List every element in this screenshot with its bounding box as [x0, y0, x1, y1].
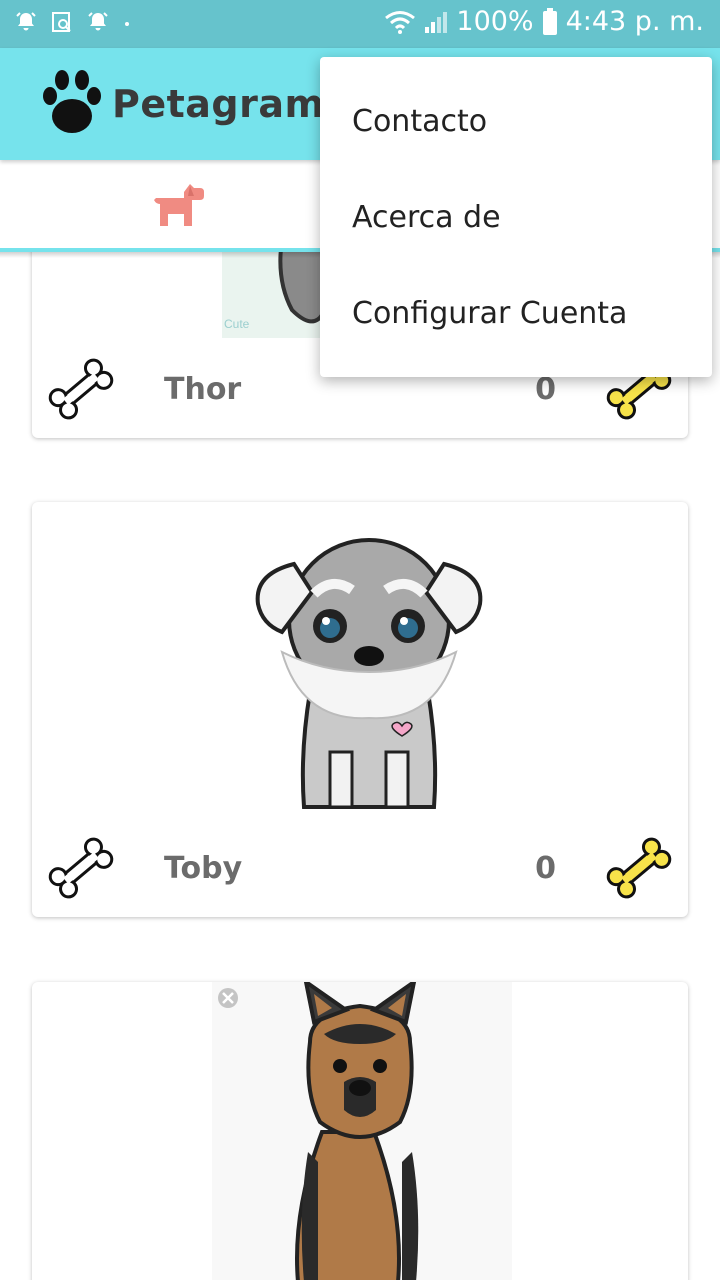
schnauzer-image	[255, 538, 483, 809]
battery-icon	[542, 7, 557, 35]
pet-photo	[32, 982, 688, 1280]
close-icon	[218, 988, 238, 1008]
menu-item-contacto[interactable]: Contacto	[320, 74, 712, 170]
pet-card: Toby 0	[32, 502, 688, 917]
pet-name: Thor	[164, 372, 242, 407]
screenshot-search-icon	[52, 12, 71, 32]
bone-yellow-icon[interactable]	[604, 833, 674, 903]
svg-text:Cute: Cute	[224, 317, 250, 331]
status-bar: 100% 4:43 p. m.	[0, 0, 720, 48]
signal-icon	[425, 11, 448, 33]
pet-photo	[32, 502, 688, 817]
pet-likes-count: 0	[535, 851, 556, 886]
app-title: Petagram	[112, 82, 325, 126]
menu-item-acerca-de[interactable]: Acerca de	[320, 170, 712, 266]
paw-icon	[43, 70, 101, 133]
bone-outline-icon[interactable]	[46, 833, 116, 903]
wifi-icon	[385, 10, 416, 34]
clock: 4:43 p. m.	[565, 6, 704, 37]
status-right: 100% 4:43 p. m.	[384, 6, 704, 37]
alarm-icon	[88, 12, 108, 31]
dog-icon	[154, 184, 204, 226]
battery-percent: 100%	[456, 6, 534, 37]
overflow-menu: Contacto Acerca de Configurar Cuenta	[320, 57, 712, 377]
bone-outline-icon[interactable]	[46, 354, 116, 424]
dot-icon	[125, 22, 129, 26]
pet-likes-count: 0	[535, 372, 556, 407]
pet-card	[32, 982, 688, 1280]
notification-icons	[14, 10, 132, 34]
pet-row: Toby 0	[32, 817, 688, 917]
pet-name: Toby	[164, 851, 243, 886]
phone-screen: 100% 4:43 p. m. Petagram Cute Thor 0 Tob…	[0, 0, 720, 1280]
german-shepherd-image	[212, 982, 512, 1280]
alarm-icon	[16, 12, 36, 31]
tab-pets[interactable]	[150, 182, 206, 239]
menu-item-configurar-cuenta[interactable]: Configurar Cuenta	[320, 266, 712, 362]
